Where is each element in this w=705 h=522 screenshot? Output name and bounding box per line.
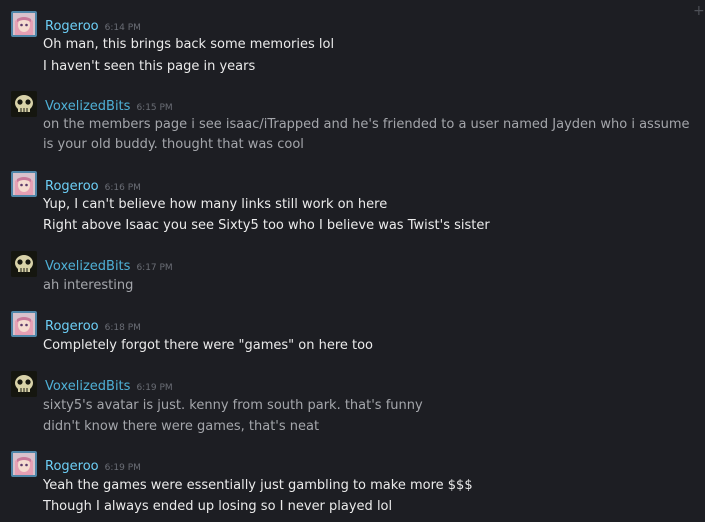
message-line: Completely forgot there were "games" on … (43, 338, 374, 353)
message-line: Oh man, this brings back some memories l… (43, 37, 335, 52)
message-line: Yup, I can't believe how many links stil… (43, 197, 388, 212)
message-header: Rogeroo 6:14 PM (45, 15, 141, 34)
message-header: VoxelizedBits 6:19 PM (45, 375, 173, 394)
rogeroo-avatar[interactable] (11, 451, 37, 477)
voxelized-avatar[interactable] (11, 91, 37, 117)
timestamp: 6:14 PM (104, 23, 141, 33)
rogeroo-avatar[interactable] (11, 311, 37, 337)
message-line: Though I always ended up losing so I nev… (43, 499, 393, 514)
message-line: didn't know there were games, that's nea… (43, 419, 320, 434)
rogeroo-avatar[interactable] (11, 171, 37, 197)
timestamp: 6:17 PM (136, 263, 173, 273)
message-header: Rogeroo 6:16 PM (45, 175, 141, 194)
message-line: on the members page i see isaac/iTrapped… (43, 117, 690, 132)
message-header: VoxelizedBits 6:17 PM (45, 255, 173, 274)
username[interactable]: Rogeroo (45, 459, 99, 474)
message-line: is your old buddy. thought that was cool (43, 137, 304, 152)
username[interactable]: Rogeroo (45, 19, 99, 34)
voxelized-avatar[interactable] (11, 371, 37, 397)
chat-log: + Rogeroo 6:14 PM Oh man, this brings bac… (0, 0, 705, 522)
message-line: ah interesting (43, 278, 134, 293)
rogeroo-avatar[interactable] (11, 11, 37, 37)
username[interactable]: Rogeroo (45, 319, 99, 334)
message-line: I haven't seen this page in years (43, 59, 256, 74)
voxelized-avatar[interactable] (11, 251, 37, 277)
username[interactable]: VoxelizedBits (45, 99, 130, 114)
message-header: Rogeroo 6:19 PM (45, 455, 141, 474)
message-line: Right above Isaac you see Sixty5 too who… (43, 218, 490, 233)
timestamp: 6:15 PM (136, 103, 173, 113)
username[interactable]: VoxelizedBits (45, 379, 130, 394)
timestamp: 6:16 PM (104, 183, 141, 193)
plus-icon[interactable]: + (693, 4, 705, 18)
message-line: sixty5's avatar is just. kenny from sout… (43, 398, 423, 413)
username[interactable]: VoxelizedBits (45, 259, 130, 274)
message-line: Yeah the games were essentially just gam… (43, 478, 473, 493)
timestamp: 6:19 PM (136, 383, 173, 393)
message-header: Rogeroo 6:18 PM (45, 315, 141, 334)
username[interactable]: Rogeroo (45, 179, 99, 194)
timestamp: 6:19 PM (104, 463, 141, 473)
timestamp: 6:18 PM (104, 323, 141, 333)
message-header: VoxelizedBits 6:15 PM (45, 95, 173, 114)
